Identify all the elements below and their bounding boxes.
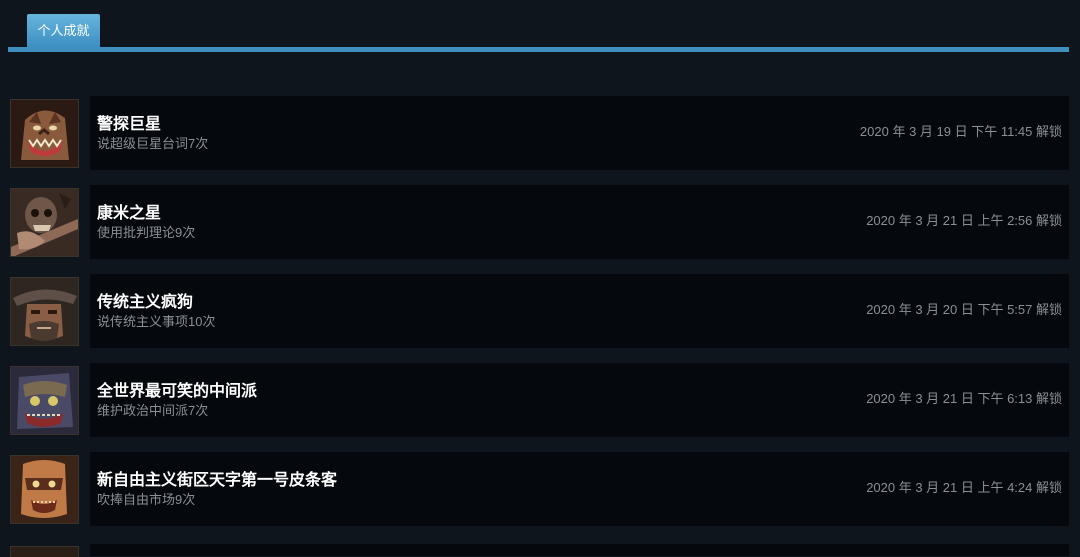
unlock-date: 2020 年 3 月 19 日 下午 11:45 解锁 [859, 124, 1062, 139]
achievement-card: 新自由主义街区天字第一号皮条客 吹捧自由市场9次 2020 年 3 月 21 日… [90, 452, 1069, 526]
achievement-card-partial [90, 544, 1069, 556]
achievement-icon-partial [10, 546, 79, 557]
achievement-card: 警探巨星 说超级巨星台词7次 2020 年 3 月 19 日 下午 11:45 … [90, 96, 1069, 170]
achievement-title: 警探巨星 [97, 116, 162, 133]
achievement-card: 康米之星 使用批判理论9次 2020 年 3 月 21 日 上午 2:56 解锁 [90, 185, 1069, 259]
mask-face-icon [10, 366, 79, 435]
unlock-date: 2020 年 3 月 20 日 下午 5:57 解锁 [866, 302, 1062, 317]
tab-bar: 个人成就 [8, 14, 1069, 52]
unlock-date: 2020 年 3 月 21 日 下午 6:13 解锁 [866, 391, 1062, 406]
unlock-date: 2020 年 3 月 21 日 上午 2:56 解锁 [866, 213, 1062, 228]
list-item: 康米之星 使用批判理论9次 2020 年 3 月 21 日 上午 2:56 解锁 [10, 185, 1069, 259]
achievement-title: 传统主义疯狗 [97, 294, 194, 311]
achievement-card: 全世界最可笑的中间派 维护政治中间派7次 2020 年 3 月 21 日 下午 … [90, 363, 1069, 437]
masked-man-icon [10, 455, 79, 524]
achievement-description: 维护政治中间派7次 [97, 403, 209, 418]
list-item: 警探巨星 说超级巨星台词7次 2020 年 3 月 19 日 下午 11:45 … [10, 96, 1069, 170]
list-item: 新自由主义街区天字第一号皮条客 吹捧自由市场9次 2020 年 3 月 21 日… [10, 452, 1069, 526]
wolf-face-icon [10, 99, 79, 168]
achievement-description: 说传统主义事项10次 [97, 314, 216, 329]
list-item: 全世界最可笑的中间派 维护政治中间派7次 2020 年 3 月 21 日 下午 … [10, 363, 1069, 437]
tab-personal-achievements[interactable]: 个人成就 [27, 14, 100, 47]
unlock-date: 2020 年 3 月 21 日 上午 4:24 解锁 [866, 480, 1062, 495]
list-item: 传统主义疯狗 说传统主义事项10次 2020 年 3 月 20 日 下午 5:5… [10, 274, 1069, 348]
hat-man-icon [10, 277, 79, 346]
tab-underline [8, 47, 1069, 52]
achievement-title: 全世界最可笑的中间派 [97, 383, 258, 400]
achievement-card: 传统主义疯狗 说传统主义事项10次 2020 年 3 月 20 日 下午 5:5… [90, 274, 1069, 348]
achievement-description: 使用批判理论9次 [97, 225, 196, 240]
achievement-description: 说超级巨星台词7次 [97, 136, 209, 151]
achievement-description: 吹捧自由市场9次 [97, 492, 196, 507]
list-item-partial [10, 544, 1069, 557]
achievement-title: 康米之星 [97, 205, 162, 222]
skull-bat-icon [10, 188, 79, 257]
achievement-title: 新自由主义街区天字第一号皮条客 [97, 472, 338, 489]
